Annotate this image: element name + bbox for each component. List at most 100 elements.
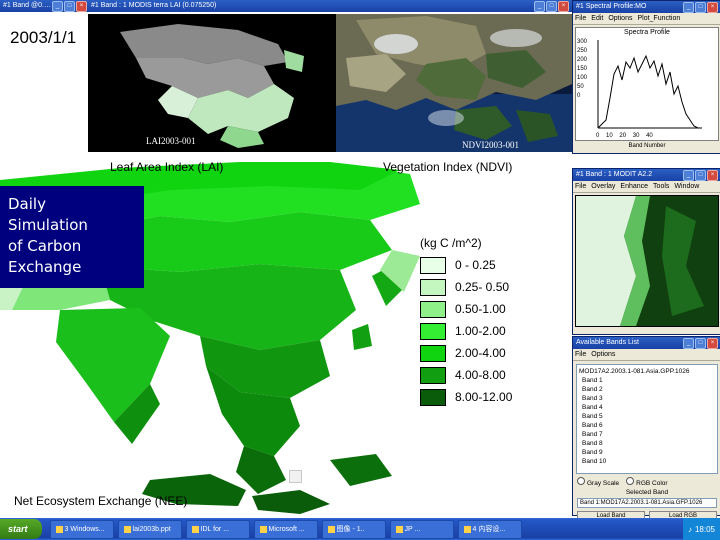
taskbar-item[interactable]: 4 内容设... [457,519,522,539]
radio-icon [626,477,635,485]
ndvi-caption: Vegetation Index (NDVI) [383,160,513,174]
legend: (kg C /m^2) 0 - 0.25 0.25- 0.50 0.50-1.0… [420,236,570,408]
start-button[interactable]: start [0,519,42,539]
menu-tools[interactable]: Tools [653,181,669,192]
radio-rgb-color[interactable]: RGB Color [626,477,668,487]
window-spectral-buttons[interactable]: _ □ × [683,1,718,13]
app-icon [55,525,63,533]
menu-file[interactable]: File [575,13,586,24]
app-icon [463,525,471,533]
list-item[interactable]: Band 10 [579,457,715,466]
menu-overlay[interactable]: Overlay [591,181,615,192]
minimize-icon[interactable]: _ [52,0,63,12]
legend-row: 1.00-2.00 [420,320,570,342]
radio-rgb-color-label: RGB Color [636,480,668,487]
list-item[interactable]: Band 7 [579,430,715,439]
window-band-menubar[interactable]: File Overlay Enhance Tools Window [573,181,720,193]
list-item[interactable]: MOD17A2.2003.1-081.Asia.GPP.1026 [579,367,715,376]
list-item[interactable]: Band 2 [579,385,715,394]
close-icon[interactable]: × [707,169,718,181]
list-item[interactable]: Band 5 [579,412,715,421]
band-image-graphic [576,196,718,326]
spectral-plot-area: Spectra Profile 300 250 200 150 100 50 0… [575,27,719,141]
menu-plot-function[interactable]: Plot_Function [637,13,680,24]
list-item[interactable]: Band 4 [579,403,715,412]
band-tree-list[interactable]: MOD17A2.2003.1-081.Asia.GPP.1026 Band 1 … [576,364,718,474]
maximize-icon[interactable]: □ [695,169,706,181]
window-main-buttons[interactable]: _ □ × [534,0,569,12]
legend-swatch [420,300,446,318]
window-band-image[interactable]: #1 Band : 1 MODIT A2.2 _ □ × File Overla… [572,168,720,335]
taskbar-item-label: lai2003b.ppt [132,525,171,533]
window-spectral-profile[interactable]: #1 Spectral Profile:MO _ □ × File Edit O… [572,0,720,154]
lai-image-graphic: LAI2003-001 [88,14,336,152]
window-spectral-menubar[interactable]: File Edit Options Plot_Function [573,13,720,25]
close-icon[interactable]: × [707,1,718,13]
maximize-icon[interactable]: □ [695,337,706,349]
title-line-4: Exchange [8,258,82,276]
window-spectral-titlebar[interactable]: #1 Spectral Profile:MO _ □ × [573,1,720,13]
menu-file[interactable]: File [575,181,586,192]
system-tray[interactable]: ♪ 18:05 [682,518,720,540]
close-icon[interactable]: × [558,0,569,12]
svg-text:NDVI2003-001: NDVI2003-001 [462,140,519,150]
window-available-menubar[interactable]: File Options [573,349,720,361]
taskbar-item[interactable]: 图像 - 1.. [321,519,386,539]
close-icon[interactable]: × [707,337,718,349]
window-available-bands[interactable]: Available Bands List _ □ × File Options … [572,336,720,521]
app-icon [259,525,267,533]
title-line-3: of Carbon [8,237,82,255]
legend-swatch [420,256,446,274]
window-available-titlebar[interactable]: Available Bands List _ □ × [573,337,720,349]
app-icon [395,525,403,533]
list-item[interactable]: Band 6 [579,421,715,430]
radio-gray-scale-label: Gray Scale [587,480,620,487]
minimize-icon[interactable]: _ [683,1,694,13]
window-main[interactable]: #1 Band : 1 MODIS terra LAI (0.075250) _… [88,0,572,14]
ndvi-image: NDVI2003-001 [336,14,572,152]
radio-gray-scale[interactable]: Gray Scale [577,477,619,487]
taskbar-item-label: 4 内容设... [472,526,506,533]
menu-window[interactable]: Window [674,181,699,192]
window-top-left[interactable]: #1 Band @0.075250 _ □ × [0,0,90,14]
window-available-buttons[interactable]: _ □ × [683,337,718,349]
list-item[interactable]: Band 3 [579,394,715,403]
nee-caption: Net Ecosystem Exchange (NEE) [14,494,188,508]
taskbar-item[interactable]: 3 Windows... [49,519,114,539]
list-item[interactable]: Band 9 [579,448,715,457]
tray-volume-icon[interactable]: ♪ [688,525,692,534]
menu-file[interactable]: File [575,349,586,360]
menu-edit[interactable]: Edit [591,13,603,24]
ndvi-image-graphic: NDVI2003-001 [336,14,572,152]
taskbar-item[interactable]: IDL for ... [185,519,250,539]
taskbar-item[interactable]: Microsoft ... [253,519,318,539]
window-main-titlebar[interactable]: #1 Band : 1 MODIS terra LAI (0.075250) _… [88,0,572,12]
menu-enhance[interactable]: Enhance [620,181,648,192]
list-item[interactable]: Band 1 [579,376,715,385]
window-top-left-titlebar[interactable]: #1 Band @0.075250 _ □ × [0,0,90,12]
taskbar-item[interactable]: JP ... [389,519,454,539]
app-icon [327,525,335,533]
maximize-icon[interactable]: □ [695,1,706,13]
legend-label: 4.00-8.00 [455,368,506,382]
taskbar-item-label: 图像 - 1.. [336,526,365,533]
window-top-left-buttons[interactable]: _ □ × [52,0,87,12]
legend-label: 1.00-2.00 [455,324,506,338]
maximize-icon[interactable]: □ [546,0,557,12]
taskbar-item[interactable]: lai2003b.ppt [117,519,182,539]
taskbar[interactable]: start 3 Windows... lai2003b.ppt IDL for … [0,518,720,540]
map-selection-box[interactable] [289,470,302,483]
minimize-icon[interactable]: _ [683,169,694,181]
menu-options[interactable]: Options [608,13,632,24]
window-band-titlebar[interactable]: #1 Band : 1 MODIT A2.2 _ □ × [573,169,720,181]
legend-unit: (kg C /m^2) [420,236,482,250]
color-mode-radios[interactable]: Gray Scale RGB Color [577,477,717,487]
window-band-buttons[interactable]: _ □ × [683,169,718,181]
list-item[interactable]: Band 8 [579,439,715,448]
menu-options[interactable]: Options [591,349,615,360]
legend-row: 2.00-4.00 [420,342,570,364]
maximize-icon[interactable]: □ [64,0,75,12]
minimize-icon[interactable]: _ [534,0,545,12]
minimize-icon[interactable]: _ [683,337,694,349]
close-icon[interactable]: × [76,0,87,12]
